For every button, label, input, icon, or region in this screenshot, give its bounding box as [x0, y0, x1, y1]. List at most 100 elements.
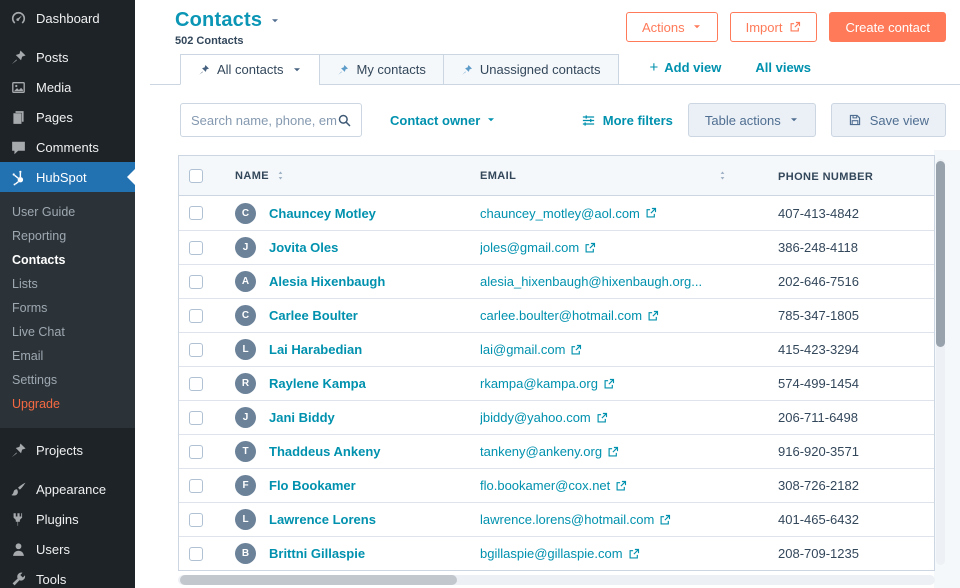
- external-link-icon: [603, 378, 615, 390]
- row-checkbox[interactable]: [189, 513, 203, 527]
- contact-name-link[interactable]: Brittni Gillaspie: [269, 546, 365, 561]
- wrench-icon: [9, 570, 27, 588]
- sidebar-item-dashboard[interactable]: Dashboard: [0, 3, 135, 33]
- contact-owner-dropdown[interactable]: Contact owner: [390, 113, 496, 128]
- sidebar-item-plugins[interactable]: Plugins: [0, 504, 135, 534]
- contact-email-link[interactable]: bgillaspie@gillaspie.com: [480, 546, 640, 561]
- sidebar-item-label: Media: [36, 80, 71, 95]
- save-icon: [848, 113, 862, 127]
- submenu-item-reporting[interactable]: Reporting: [0, 224, 135, 248]
- submenu-item-email[interactable]: Email: [0, 344, 135, 368]
- sidebar-item-label: HubSpot: [36, 170, 87, 185]
- row-checkbox[interactable]: [189, 377, 203, 391]
- contact-email-link[interactable]: joles@gmail.com: [480, 240, 596, 255]
- column-header-email[interactable]: EMAIL: [480, 170, 516, 182]
- chevron-down-icon: [692, 22, 702, 32]
- pushpin-icon: [9, 48, 27, 66]
- contact-email-link[interactable]: jbiddy@yahoo.com: [480, 410, 608, 425]
- horizontal-scrollbar-thumb[interactable]: [180, 575, 457, 585]
- contact-row: CChauncey Motleychauncey_motley@aol.com4…: [179, 196, 934, 230]
- contact-email-link[interactable]: carlee.boulter@hotmail.com: [480, 308, 659, 323]
- sidebar-item-appearance[interactable]: Appearance: [0, 474, 135, 504]
- row-checkbox[interactable]: [189, 206, 203, 220]
- contact-row: A Alesia Hixenbaugh alesia_hixenbaugh@hixe…: [179, 264, 934, 298]
- sidebar-item-pages[interactable]: Pages: [0, 102, 135, 132]
- contact-email-link[interactable]: alesia_hixenbaugh@hixenbaugh.org...: [480, 274, 702, 289]
- email-text: bgillaspie@gillaspie.com: [480, 546, 623, 561]
- save-view-button[interactable]: Save view: [831, 103, 946, 137]
- contact-email-link[interactable]: lawrence.lorens@hotmail.com: [480, 512, 671, 527]
- sidebar-item-tools[interactable]: Tools: [0, 564, 135, 588]
- submenu-item-settings[interactable]: Settings: [0, 368, 135, 392]
- tab-my-contacts[interactable]: My contacts: [319, 54, 443, 85]
- all-views-link[interactable]: All views: [755, 60, 811, 75]
- brush-icon: [9, 480, 27, 498]
- contact-row: CCarlee Boultercarlee.boulter@hotmail.co…: [179, 298, 934, 332]
- contact-email-link[interactable]: lai@gmail.com: [480, 342, 582, 357]
- actions-button-label: Actions: [642, 20, 685, 35]
- tab-label: All contacts: [217, 62, 283, 77]
- contact-row: LLawrence Lorenslawrence.lorens@hotmail.…: [179, 502, 934, 536]
- sidebar-item-posts[interactable]: Posts: [0, 42, 135, 72]
- actions-button[interactable]: Actions: [626, 12, 718, 42]
- select-all-checkbox[interactable]: [189, 169, 203, 183]
- contact-name-link[interactable]: Carlee Boulter: [269, 308, 358, 323]
- column-header-phone[interactable]: PHONE NUMBER: [778, 171, 873, 183]
- email-text: lai@gmail.com: [480, 342, 565, 357]
- submenu-item-upgrade[interactable]: Upgrade: [0, 392, 135, 416]
- column-header-name[interactable]: NAME: [235, 170, 269, 182]
- row-checkbox[interactable]: [189, 411, 203, 425]
- row-checkbox[interactable]: [189, 309, 203, 323]
- more-filters-link[interactable]: More filters: [581, 113, 673, 128]
- search-input[interactable]: [191, 113, 337, 128]
- contact-name-link[interactable]: Jovita Oles: [269, 240, 338, 255]
- contact-name-link[interactable]: Chauncey Motley: [269, 206, 376, 221]
- contact-email-link[interactable]: tankeny@ankeny.org: [480, 444, 619, 459]
- horizontal-scrollbar[interactable]: [178, 575, 935, 585]
- contact-name-link[interactable]: Thaddeus Ankeny: [269, 444, 380, 459]
- sidebar-item-media[interactable]: Media: [0, 72, 135, 102]
- row-checkbox[interactable]: [189, 479, 203, 493]
- contact-email-link[interactable]: flo.bookamer@cox.net: [480, 478, 627, 493]
- contact-email-link[interactable]: chauncey_motley@aol.com: [480, 206, 657, 221]
- tab-unassigned-contacts[interactable]: Unassigned contacts: [443, 54, 619, 85]
- tab-all-contacts[interactable]: All contacts: [180, 54, 320, 85]
- table-actions-button[interactable]: Table actions: [688, 103, 816, 137]
- vertical-scrollbar-thumb[interactable]: [936, 161, 945, 347]
- contact-name-link[interactable]: Jani Biddy: [269, 410, 335, 425]
- sidebar-item-projects[interactable]: Projects: [0, 435, 135, 465]
- row-checkbox[interactable]: [189, 275, 203, 289]
- submenu-item-lists[interactable]: Lists: [0, 272, 135, 296]
- chevron-down-icon: [789, 115, 799, 125]
- pages-icon: [9, 108, 27, 126]
- contact-phone: 386-248-4118: [778, 240, 858, 255]
- contact-name-link[interactable]: Flo Bookamer: [269, 478, 356, 493]
- row-checkbox[interactable]: [189, 547, 203, 561]
- submenu-item-contacts[interactable]: Contacts: [0, 248, 135, 272]
- create-contact-button[interactable]: Create contact: [829, 12, 946, 42]
- contact-email-link[interactable]: rkampa@kampa.org: [480, 376, 615, 391]
- sidebar-item-users[interactable]: Users: [0, 534, 135, 564]
- sidebar-item-comments[interactable]: Comments: [0, 132, 135, 162]
- search-icon[interactable]: [337, 113, 352, 128]
- sort-icon[interactable]: [275, 170, 286, 181]
- contact-name-link[interactable]: Lai Harabedian: [269, 342, 362, 357]
- submenu-item-user-guide[interactable]: User Guide: [0, 200, 135, 224]
- import-button[interactable]: Import: [730, 12, 818, 42]
- contact-name-link[interactable]: Alesia Hixenbaugh: [269, 274, 385, 289]
- sidebar-item-hubspot[interactable]: HubSpot: [0, 162, 135, 192]
- row-checkbox[interactable]: [189, 343, 203, 357]
- submenu-item-live-chat[interactable]: Live Chat: [0, 320, 135, 344]
- sort-icon[interactable]: [717, 170, 728, 181]
- add-view-link[interactable]: + Add view: [650, 59, 722, 76]
- chevron-down-icon[interactable]: [270, 16, 280, 26]
- row-checkbox[interactable]: [189, 241, 203, 255]
- external-link-icon: [615, 480, 627, 492]
- vertical-scrollbar[interactable]: [936, 159, 945, 565]
- contact-name-link[interactable]: Raylene Kampa: [269, 376, 366, 391]
- row-checkbox[interactable]: [189, 445, 203, 459]
- submenu-item-forms[interactable]: Forms: [0, 296, 135, 320]
- contact-name-link[interactable]: Lawrence Lorens: [269, 512, 376, 527]
- contact-phone: 308-726-2182: [778, 478, 859, 493]
- avatar: A: [235, 271, 256, 292]
